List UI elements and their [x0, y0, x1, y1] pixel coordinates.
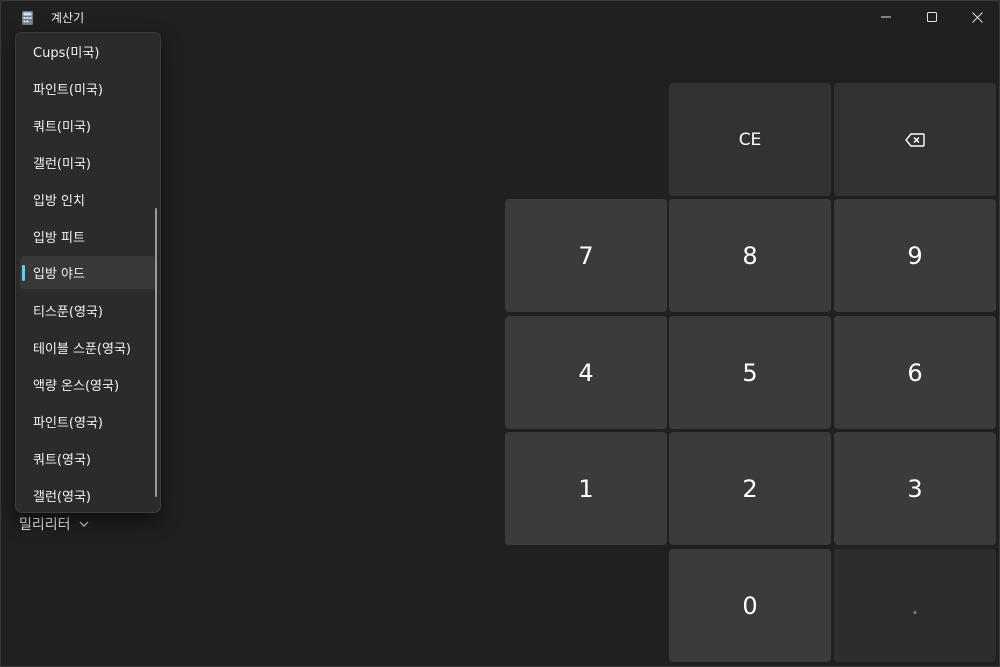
digit-5-button[interactable]: 5 — [669, 316, 831, 429]
unit-option[interactable]: 파인트(미국) — [20, 72, 156, 105]
calculator-app-icon — [22, 11, 33, 25]
digit-9-button[interactable]: 9 — [834, 199, 996, 312]
unit-option[interactable]: 쿼트(영국) — [20, 442, 156, 475]
digit-7-button[interactable]: 7 — [505, 199, 667, 312]
decimal-button[interactable]: . — [834, 549, 996, 662]
digit-2-button[interactable]: 2 — [669, 432, 831, 545]
minimize-button[interactable] — [863, 1, 909, 33]
unit-option[interactable]: 파인트(영국) — [20, 405, 156, 438]
unit-option[interactable]: 티스푼(영국) — [20, 294, 156, 327]
unit-option[interactable]: 갤런(미국) — [20, 146, 156, 179]
clear-entry-button[interactable]: CE — [669, 83, 831, 196]
unit-option[interactable]: 쿼트(미국) — [20, 109, 156, 142]
unit-selector-value: 밀리리터 — [19, 517, 71, 533]
chevron-down-icon — [79, 521, 88, 527]
unit-option[interactable]: 테이블 스푼(영국) — [20, 331, 156, 364]
calculator-window: 계산기 CE 7 8 9 4 5 6 1 2 3 0 . 밀리리터 Cups(미… — [0, 0, 1000, 667]
unit-option[interactable]: Cups(미국) — [20, 35, 156, 68]
backspace-icon — [905, 132, 925, 147]
close-button[interactable] — [954, 1, 1000, 33]
digit-1-button[interactable]: 1 — [505, 432, 667, 545]
unit-option-selected[interactable]: 입방 야드 — [20, 256, 156, 289]
digit-3-button[interactable]: 3 — [834, 432, 996, 545]
unit-selector[interactable]: 밀리리터 — [19, 513, 89, 535]
maximize-button[interactable] — [909, 1, 955, 33]
unit-dropdown-list[interactable]: Cups(미국) 파인트(미국) 쿼트(미국) 갤런(미국) 입방 인치 입방 … — [15, 32, 161, 513]
selection-indicator — [22, 265, 25, 281]
window-title: 계산기 — [51, 11, 85, 25]
digit-8-button[interactable]: 8 — [669, 199, 831, 312]
backspace-button[interactable] — [834, 83, 996, 196]
digit-0-button[interactable]: 0 — [669, 549, 831, 662]
digit-6-button[interactable]: 6 — [834, 316, 996, 429]
dropdown-scrollbar[interactable] — [155, 208, 157, 497]
unit-option[interactable]: 액량 온스(영국) — [20, 368, 156, 401]
title-bar[interactable]: 계산기 — [1, 1, 999, 33]
unit-option[interactable]: 입방 피트 — [20, 220, 156, 253]
unit-option[interactable]: 입방 인치 — [20, 183, 156, 216]
minimize-icon — [881, 16, 891, 18]
unit-option[interactable]: 갤런(영국) — [20, 479, 156, 512]
digit-4-button[interactable]: 4 — [505, 316, 667, 429]
close-icon — [971, 11, 983, 23]
maximize-icon — [927, 12, 937, 22]
unit-option-label: 입방 야드 — [33, 267, 85, 282]
